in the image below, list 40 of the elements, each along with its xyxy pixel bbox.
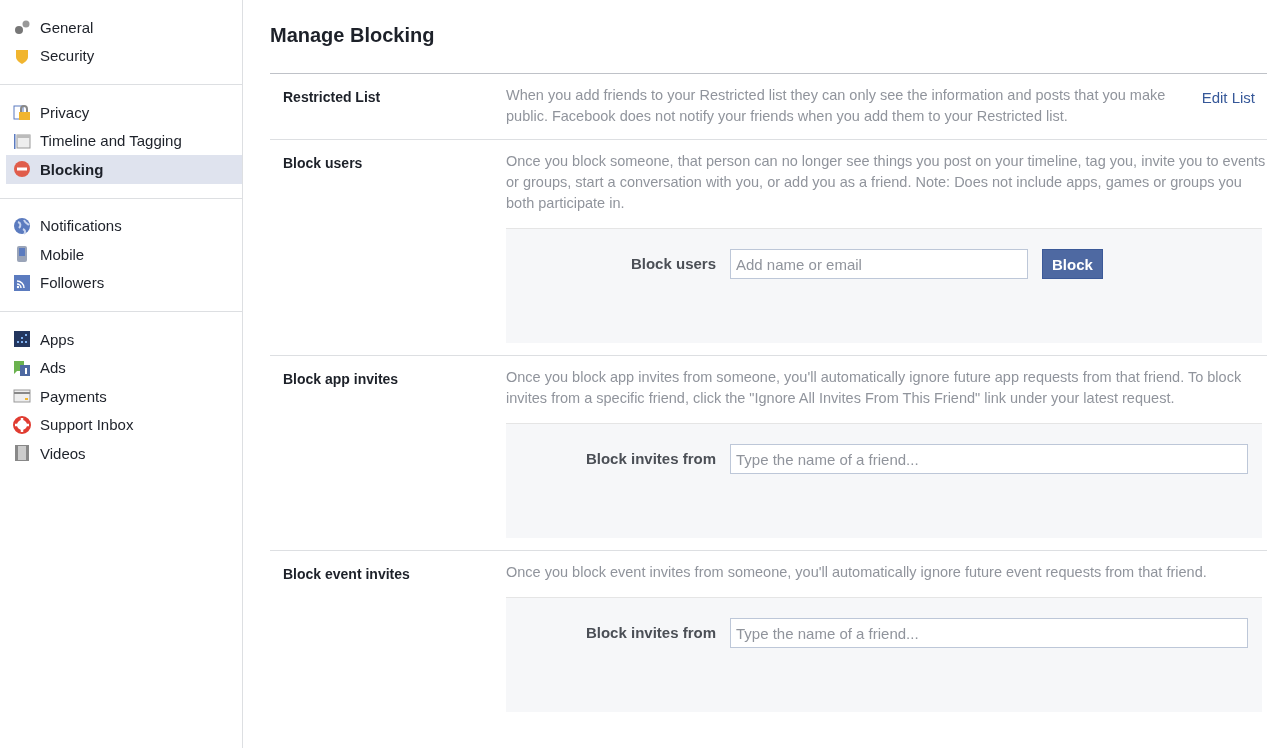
sidebar-item[interactable]: Notifications: [6, 211, 242, 240]
field-label: Block invites from: [584, 449, 716, 467]
ads-icon: [13, 358, 31, 377]
timeline-icon: [13, 131, 31, 150]
grid-icon: [13, 330, 31, 349]
section-description: Once you block event invites from someone, you'll automatically ignore future event requests from that friend.: [506, 563, 1208, 582]
section-description: Once you block app invites from someone, you'll automatically ignore future app requests from that friend. To block invites from a specific friend, click the "Ignore All Invites From This Friend" link under your latest request.: [506, 368, 1243, 408]
block-button[interactable]: Block: [1042, 249, 1103, 279]
rss-icon: [13, 273, 31, 292]
sidebar-item[interactable]: Blocking: [6, 155, 242, 184]
section-title: Block app invites: [283, 370, 400, 389]
section-title: Block event invites: [283, 565, 411, 584]
blocked-icon: [13, 160, 31, 179]
section-title: Block users: [283, 154, 364, 173]
input-field[interactable]: Type the name of a friend...: [730, 618, 1248, 648]
sidebar-item[interactable]: Timeline and Tagging: [6, 126, 242, 155]
sidebar-item[interactable]: Security: [6, 41, 242, 70]
section-description: When you add friends to your Restricted list they can only see the information and posts that you make public. Facebook does not notify your friends when you add them to your Restricted list.: [506, 86, 1167, 126]
section-description: Once you block someone, that person can no longer see things you post on your timeline, tag you, invite you to events or groups, start a conversation with you, or add you as a friend. Note: Does not include apps, games or groups you both participate in.: [506, 152, 1267, 213]
sidebar-item[interactable]: Payments: [6, 382, 242, 411]
sidebar-item[interactable]: General: [6, 13, 242, 42]
sidebar-item[interactable]: Apps: [6, 325, 242, 354]
page-title: Manage Blocking: [270, 23, 436, 48]
lock-icon: [13, 103, 31, 122]
field-label: Block users: [629, 254, 716, 272]
input-field[interactable]: Type the name of a friend...: [730, 444, 1248, 474]
lifebuoy-icon: [13, 415, 31, 434]
card-icon: [13, 387, 31, 406]
sidebar-item[interactable]: Followers: [6, 268, 242, 297]
sidebar-item[interactable]: Support Inbox: [6, 410, 242, 439]
input-field[interactable]: Add name or email: [730, 249, 1028, 279]
edit-list-link[interactable]: Edit List: [1201, 85, 1255, 106]
globe-icon: [13, 216, 31, 235]
sidebar-item[interactable]: Videos: [6, 439, 242, 468]
film-icon: [13, 444, 31, 463]
sidebar-item[interactable]: Privacy: [6, 98, 242, 127]
section-title: Restricted List: [283, 88, 382, 107]
sidebar-item[interactable]: Ads: [6, 353, 242, 382]
field-label: Block invites from: [584, 623, 716, 641]
sidebar-item[interactable]: Mobile: [6, 240, 242, 269]
